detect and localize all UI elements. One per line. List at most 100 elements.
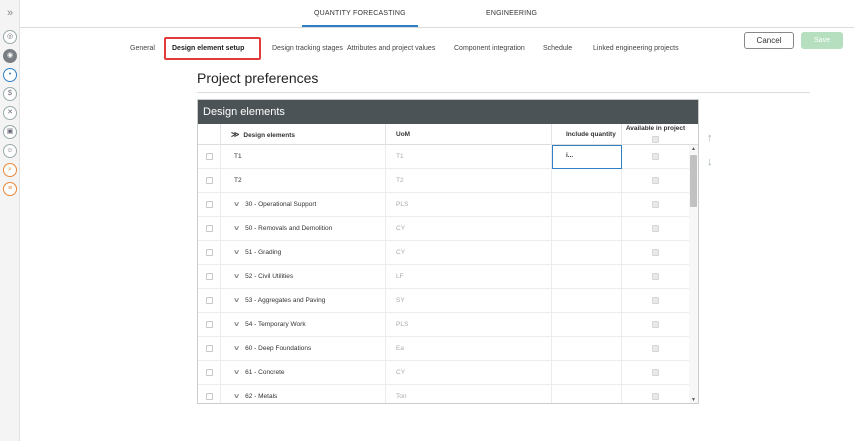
rail-search-icon[interactable]: ⌕ bbox=[3, 163, 17, 177]
table-row[interactable]: ∨ 50 - Removals and Demolition CY bbox=[198, 217, 698, 241]
header-available[interactable]: Available in project bbox=[622, 124, 689, 145]
tab-quantity-forecasting[interactable]: QUANTITY FORECASTING bbox=[302, 10, 418, 27]
expand-rail-icon[interactable]: » bbox=[0, 6, 20, 20]
uom-cell: Ea bbox=[386, 337, 552, 361]
rail-target-icon[interactable]: • bbox=[3, 68, 17, 82]
expand-chevron-icon[interactable]: ∨ bbox=[233, 217, 240, 241]
include-quantity-cell[interactable] bbox=[552, 361, 622, 385]
subtab-design-tracking-stages[interactable]: Design tracking stages bbox=[272, 45, 343, 52]
include-quantity-cell[interactable] bbox=[552, 337, 622, 361]
available-checkbox[interactable] bbox=[652, 201, 659, 208]
include-quantity-cell[interactable] bbox=[552, 193, 622, 217]
available-checkbox[interactable] bbox=[652, 345, 659, 352]
design-element-cell[interactable]: ∨ 52 - Civil Utilities bbox=[221, 265, 386, 289]
rail-quantity-icon[interactable]: ◉ bbox=[3, 49, 17, 63]
row-select-checkbox[interactable] bbox=[206, 321, 213, 328]
design-element-cell[interactable]: T2 bbox=[221, 169, 386, 193]
subtab-schedule[interactable]: Schedule bbox=[543, 45, 572, 52]
available-checkbox[interactable] bbox=[652, 249, 659, 256]
include-quantity-cell[interactable] bbox=[552, 265, 622, 289]
move-down-icon[interactable]: ↓ bbox=[707, 156, 713, 168]
expand-chevron-icon[interactable]: ∨ bbox=[233, 313, 240, 337]
include-quantity-cell[interactable] bbox=[552, 385, 622, 403]
design-element-cell[interactable]: ∨ 51 - Grading bbox=[221, 241, 386, 265]
row-select-checkbox[interactable] bbox=[206, 153, 213, 160]
row-select-checkbox[interactable] bbox=[206, 201, 213, 208]
expand-chevron-icon[interactable]: ∨ bbox=[233, 289, 240, 313]
design-element-cell[interactable]: ∨ 60 - Deep Foundations bbox=[221, 337, 386, 361]
row-select-checkbox[interactable] bbox=[206, 177, 213, 184]
row-select-checkbox[interactable] bbox=[206, 369, 213, 376]
design-element-cell[interactable]: ∨ 62 - Metals bbox=[221, 385, 386, 403]
row-select-checkbox[interactable] bbox=[206, 249, 213, 256]
rail-cross-icon[interactable]: ✕ bbox=[3, 106, 17, 120]
subtab-general[interactable]: General bbox=[130, 45, 155, 52]
table-row[interactable]: ∨ 52 - Civil Utilities LF bbox=[198, 265, 698, 289]
row-select-checkbox[interactable] bbox=[206, 297, 213, 304]
available-checkbox[interactable] bbox=[652, 177, 659, 184]
header-available-label: Available in project bbox=[625, 125, 686, 132]
table-row[interactable]: ∨ 30 - Operational Support PLS bbox=[198, 193, 698, 217]
expand-chevron-icon[interactable]: ∨ bbox=[233, 361, 240, 385]
table-row[interactable]: ∨ 62 - Metals Ton bbox=[198, 385, 698, 403]
tab-engineering[interactable]: ENGINEERING bbox=[486, 10, 537, 17]
include-quantity-cell[interactable] bbox=[552, 169, 622, 193]
row-select-checkbox[interactable] bbox=[206, 225, 213, 232]
table-row[interactable]: ∨ 51 - Grading CY bbox=[198, 241, 698, 265]
include-quantity-cell[interactable] bbox=[552, 241, 622, 265]
expand-chevron-icon[interactable]: ∨ bbox=[233, 193, 240, 217]
expand-chevron-icon[interactable]: ∨ bbox=[233, 241, 240, 265]
subtab-design-element-setup[interactable]: Design element setup bbox=[172, 45, 244, 52]
row-select-checkbox[interactable] bbox=[206, 393, 213, 400]
row-select-checkbox[interactable] bbox=[206, 273, 213, 280]
design-element-cell[interactable]: T1 bbox=[221, 145, 386, 169]
include-quantity-cell[interactable] bbox=[552, 313, 622, 337]
cancel-button[interactable]: Cancel bbox=[744, 32, 794, 49]
table-row[interactable]: ∨ 54 - Temporary Work PLS bbox=[198, 313, 698, 337]
available-checkbox[interactable] bbox=[652, 297, 659, 304]
design-element-cell[interactable]: ∨ 54 - Temporary Work bbox=[221, 313, 386, 337]
subtab-linked-engineering-projects[interactable]: Linked engineering projects bbox=[593, 45, 679, 52]
rail-dollar-icon[interactable]: $ bbox=[3, 87, 17, 101]
available-checkbox[interactable] bbox=[652, 393, 659, 400]
subtab-component-integration[interactable]: Component integration bbox=[454, 45, 525, 52]
available-checkbox[interactable] bbox=[652, 153, 659, 160]
header-uom[interactable]: UoM bbox=[386, 124, 552, 145]
available-checkbox[interactable] bbox=[652, 321, 659, 328]
design-element-cell[interactable]: ∨ 30 - Operational Support bbox=[221, 193, 386, 217]
collapse-all-icon[interactable]: ≫ bbox=[231, 130, 239, 139]
available-checkbox[interactable] bbox=[652, 225, 659, 232]
table-row[interactable]: ∨ 53 - Aggregates and Paving SY bbox=[198, 289, 698, 313]
rail-document-icon[interactable]: ≡ bbox=[3, 182, 17, 196]
table-row[interactable]: ∨ 61 - Concrete CY bbox=[198, 361, 698, 385]
available-cell bbox=[622, 145, 689, 169]
expand-chevron-icon[interactable]: ∨ bbox=[233, 265, 240, 289]
table-row[interactable]: ∨ 60 - Deep Foundations Ea bbox=[198, 337, 698, 361]
rail-people-icon[interactable]: ☺ bbox=[3, 144, 17, 158]
design-element-cell[interactable]: ∨ 53 - Aggregates and Paving bbox=[221, 289, 386, 313]
scroll-thumb[interactable] bbox=[690, 155, 697, 207]
available-all-checkbox[interactable] bbox=[652, 136, 659, 143]
rail-box-icon[interactable]: ▣ bbox=[3, 125, 17, 139]
table-row[interactable]: T2 T2 bbox=[198, 169, 698, 193]
scroll-down-icon[interactable]: ▼ bbox=[689, 397, 698, 403]
available-checkbox[interactable] bbox=[652, 273, 659, 280]
header-design-elements[interactable]: ≫ Design elements bbox=[221, 124, 386, 145]
subtab-attributes[interactable]: Attributes and project values bbox=[347, 45, 435, 52]
header-include-quantity[interactable]: Include quantity i... bbox=[552, 124, 622, 159]
expand-chevron-icon[interactable]: ∨ bbox=[233, 337, 240, 361]
save-button[interactable]: Save bbox=[801, 32, 843, 49]
vertical-scrollbar[interactable]: ▲ ▼ bbox=[689, 145, 698, 403]
include-quantity-cell[interactable] bbox=[552, 289, 622, 313]
rail-home-icon[interactable]: ◎ bbox=[3, 30, 17, 44]
expand-chevron-icon[interactable]: ∨ bbox=[233, 385, 240, 403]
scroll-up-icon[interactable]: ▲ bbox=[689, 146, 698, 152]
available-checkbox[interactable] bbox=[652, 369, 659, 376]
available-cell bbox=[622, 361, 689, 385]
row-select-checkbox[interactable] bbox=[206, 345, 213, 352]
move-up-icon[interactable]: ↑ bbox=[707, 132, 713, 144]
design-element-cell[interactable]: ∨ 50 - Removals and Demolition bbox=[221, 217, 386, 241]
table-row[interactable]: T1 T1 bbox=[198, 145, 698, 169]
design-element-cell[interactable]: ∨ 61 - Concrete bbox=[221, 361, 386, 385]
include-quantity-cell[interactable] bbox=[552, 217, 622, 241]
